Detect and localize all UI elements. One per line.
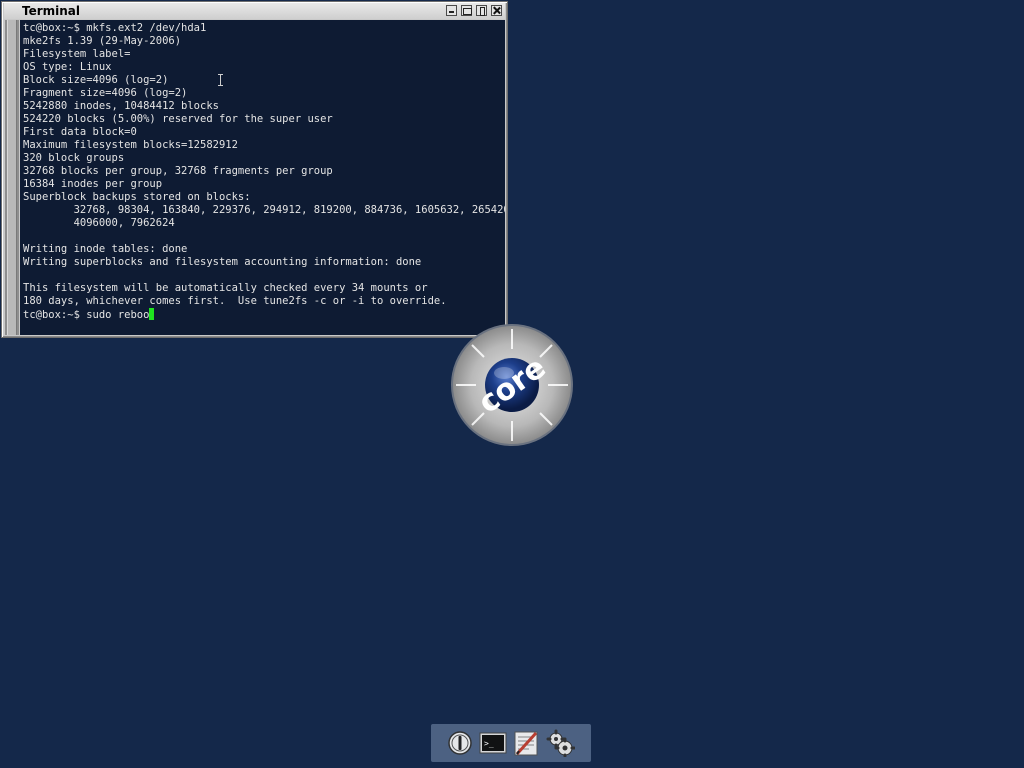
core-logo: core [450,323,574,447]
terminal-screen[interactable]: tc@box:~$ mkfs.ext2 /dev/hda1 mke2fs 1.3… [20,20,505,335]
prompt-line[interactable]: tc@box:~$ sudo reboo [23,308,155,322]
ibeam-cursor-icon [218,74,223,86]
editor-icon[interactable] [511,729,541,757]
scrollbar-thumb[interactable] [7,20,17,335]
terminal-icon[interactable]: >_ [478,729,508,757]
shade-button[interactable] [476,5,487,16]
terminal-output: tc@box:~$ mkfs.ext2 /dev/hda1 mke2fs 1.3… [23,22,505,307]
svg-text:>_: >_ [484,739,494,748]
terminal-scrollbar[interactable] [5,20,19,335]
desktop: Terminal tc@box:~$ mkfs.ext2 /dev/hda1 m… [0,0,1024,768]
shell-prompt: tc@box:~$ [23,309,87,321]
minimize-button[interactable] [446,5,457,16]
terminal-window[interactable]: Terminal tc@box:~$ mkfs.ext2 /dev/hda1 m… [1,1,508,338]
power-icon[interactable] [445,729,475,757]
dock: >_ [431,724,591,762]
settings-icon[interactable] [545,729,576,758]
text-cursor [149,308,155,320]
maximize-button[interactable] [461,5,472,16]
window-title: Terminal [22,4,81,18]
window-titlebar[interactable]: Terminal [4,3,505,19]
command-input[interactable]: sudo reboo [86,309,149,321]
close-button[interactable] [491,5,502,16]
